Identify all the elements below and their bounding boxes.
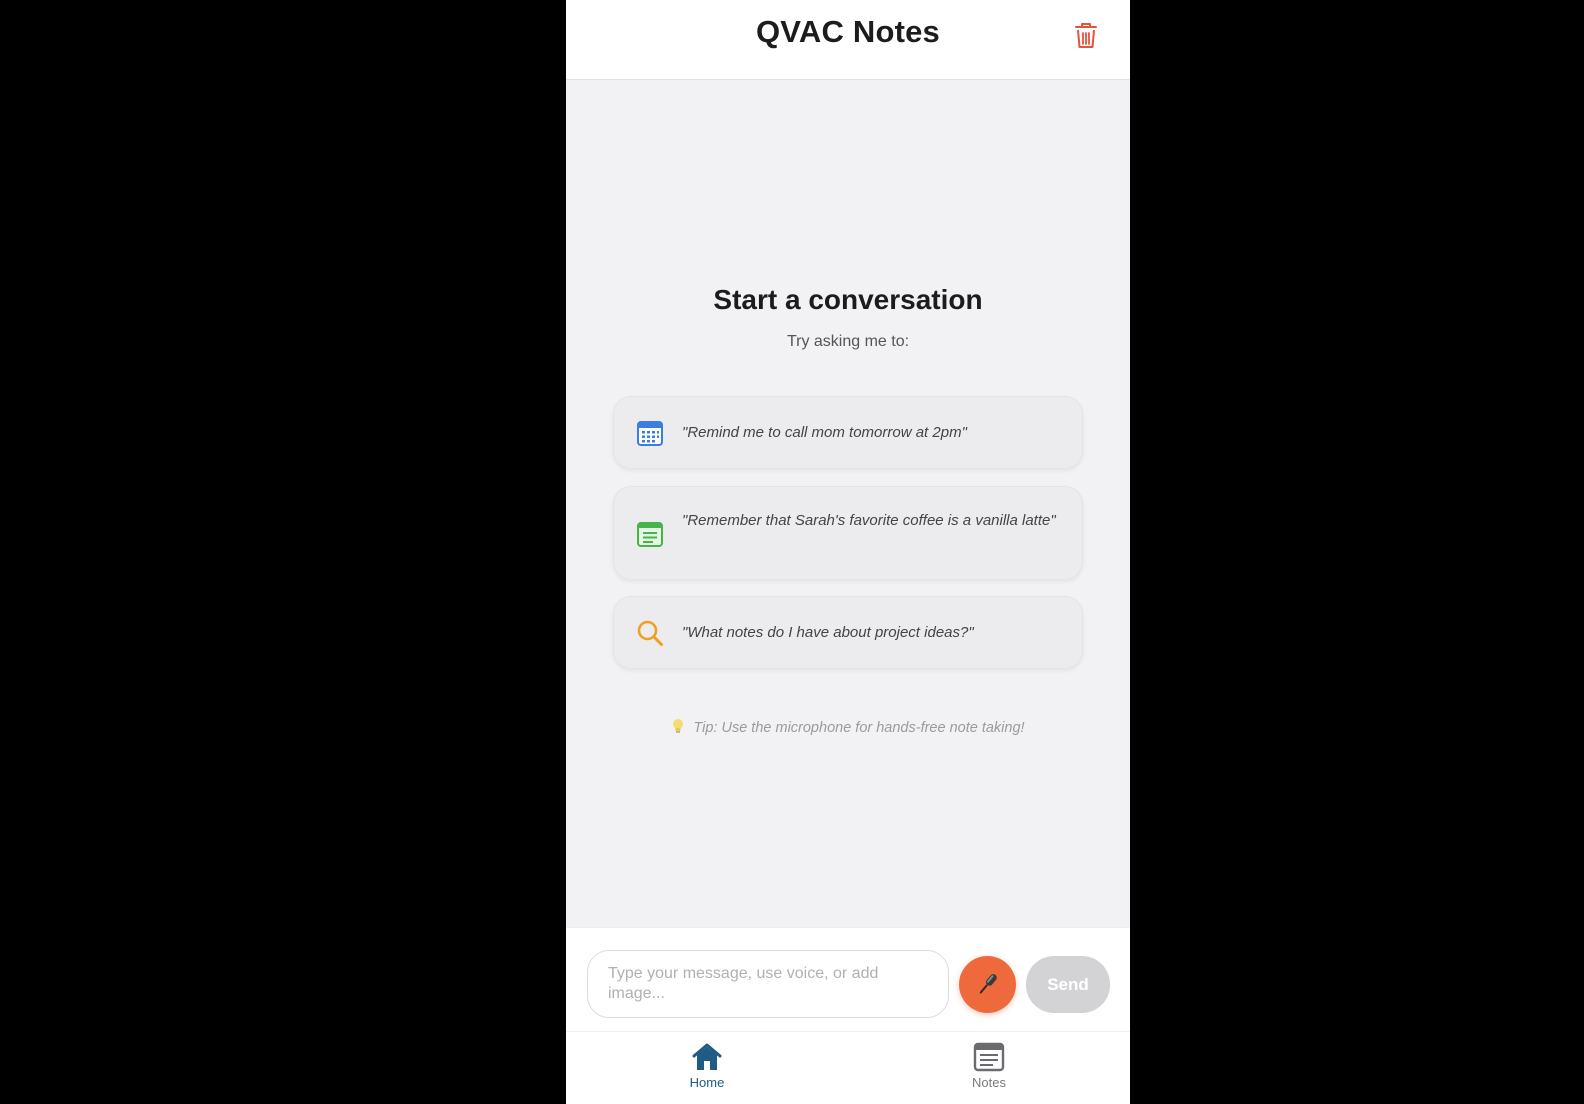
send-button[interactable]: Send [1026,956,1110,1013]
app-title: QVAC Notes [755,14,940,49]
message-input[interactable]: Type your message, use voice, or add ima… [587,950,949,1018]
tab-home-label: Home [689,1075,725,1090]
tab-bar: Home Notes [566,1031,1130,1104]
tab-notes-label: Notes [972,1075,1006,1090]
note-icon [637,522,663,547]
suggestion-text: "Remind me to call mom tomorrow at 2pm" [682,424,967,441]
trash-button[interactable] [1073,22,1099,50]
header: QVAC Notes [566,0,1130,80]
suggestion-text: "Remember that Sarah's favorite coffee i… [682,512,1056,529]
tab-notes[interactable]: Notes [944,1042,1034,1098]
suggestion-reminder[interactable]: "Remind me to call mom tomorrow at 2pm" [613,396,1083,469]
home-icon [692,1043,722,1070]
lightbulb-icon [673,719,684,733]
calendar-icon [637,421,663,446]
empty-state-title: Start a conversation [713,284,983,315]
microphone-button[interactable] [959,956,1016,1013]
empty-state-subtitle: Try asking me to: [786,333,910,350]
tab-home[interactable]: Home [662,1042,752,1098]
microphone-icon [979,974,997,994]
trash-icon [1075,23,1097,48]
suggestion-remember[interactable]: "Remember that Sarah's favorite coffee i… [613,486,1083,580]
suggestion-text: "What notes do I have about project idea… [682,624,974,641]
suggestion-search[interactable]: "What notes do I have about project idea… [613,596,1083,669]
search-icon [637,620,663,646]
composer: Type your message, use voice, or add ima… [566,927,1130,1032]
notes-icon [973,1042,1005,1072]
app-screen: QVAC Notes Start a conversation Try aski… [566,0,1130,1104]
tip-text: Tip: Use the microphone for hands-free n… [693,720,1025,736]
tip: Tip: Use the microphone for hands-free n… [566,718,1130,736]
